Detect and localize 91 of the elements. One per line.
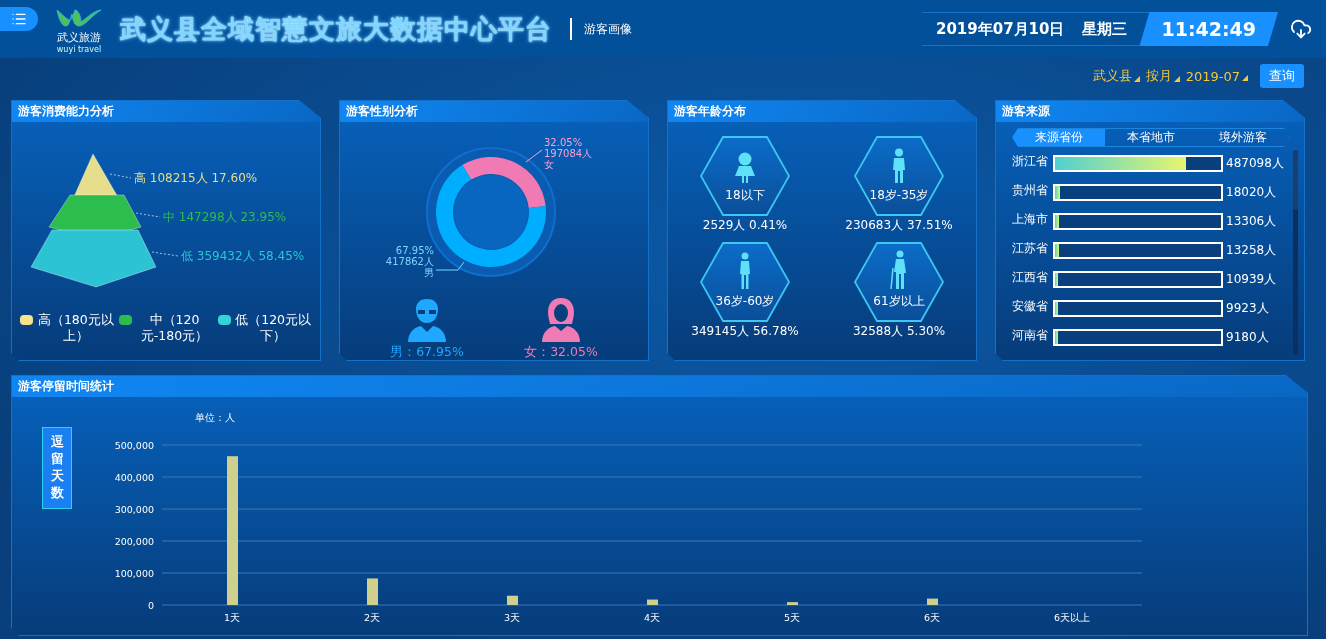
menu-button[interactable] bbox=[0, 7, 38, 31]
weekday-text: 星期三 bbox=[1082, 19, 1128, 39]
filter-dropdown[interactable]: 按月 bbox=[1145, 67, 1180, 85]
dropdown-triangle-icon bbox=[1133, 76, 1140, 82]
age-group-label: 61岁以上 bbox=[873, 293, 925, 310]
leader-line bbox=[525, 149, 543, 163]
bar bbox=[367, 578, 378, 605]
tier-label: 低 359432人 58.45% bbox=[181, 249, 305, 263]
tier-label: 高 108215人 17.60% bbox=[134, 171, 258, 185]
gender-share-label: 男：67.95% bbox=[390, 344, 464, 361]
province-name: 浙江省 bbox=[1012, 153, 1049, 170]
panel-title: 游客消费能力分析 bbox=[12, 101, 320, 122]
dropdown-triangle-icon bbox=[1173, 76, 1180, 82]
bar bbox=[647, 599, 658, 605]
visitor-count: 9180人 bbox=[1226, 329, 1269, 346]
tab[interactable]: 境外游客 bbox=[1197, 129, 1289, 146]
logo-subtitle: wuyi travel bbox=[56, 45, 102, 54]
scrollbar[interactable] bbox=[1293, 150, 1298, 355]
leader-line bbox=[135, 212, 161, 218]
platform-title: 武义县全域智慧文旅大数据中心平台 bbox=[120, 12, 552, 46]
axis-tick-label: 0 bbox=[147, 600, 154, 611]
province-name: 江西省 bbox=[1012, 269, 1049, 286]
age-group-label: 36岁-60岁 bbox=[715, 293, 775, 310]
visitor-count: 13306人 bbox=[1226, 213, 1277, 230]
slice-label: 女 bbox=[544, 159, 554, 170]
visitor-count: 13258人 bbox=[1226, 242, 1277, 259]
logo-text: 武义旅游 bbox=[57, 30, 101, 45]
age-group-stat: 32588人 5.30% bbox=[852, 323, 946, 340]
tier-label: 中 147298人 23.95% bbox=[163, 210, 287, 224]
clock: 11:42:49 bbox=[1139, 12, 1278, 46]
visitor-count: 18020人 bbox=[1226, 184, 1277, 201]
visitor-count: 487098人 bbox=[1226, 155, 1284, 172]
unit-label: 单位：人 bbox=[195, 411, 236, 425]
gender-share-label: 女：32.05% bbox=[524, 344, 598, 361]
panel-title: 游客停留时间统计 bbox=[12, 376, 1307, 397]
axis-category-label: 2天 bbox=[364, 612, 380, 623]
logo-mark-icon bbox=[54, 6, 104, 30]
leader-line bbox=[435, 261, 465, 271]
leader-line bbox=[151, 251, 179, 257]
province-name: 河南省 bbox=[1012, 327, 1049, 344]
axis-category-label: 1天 bbox=[224, 612, 240, 623]
tab[interactable]: 来源省份 bbox=[1013, 129, 1105, 146]
date-text: 2019年07月10日 bbox=[935, 19, 1065, 39]
axis-category-label: 3天 bbox=[504, 612, 520, 623]
axis-category-label: 6天以上 bbox=[1054, 612, 1090, 623]
axis-tick-label: 300,000 bbox=[114, 504, 154, 515]
cloud-download-icon[interactable] bbox=[1290, 18, 1312, 40]
bar bbox=[787, 602, 798, 605]
axis-tick-label: 200,000 bbox=[114, 536, 154, 547]
age-group-label: 18以下 bbox=[725, 187, 765, 204]
age-group-stat: 230683人 37.51% bbox=[845, 217, 953, 234]
visitor-count: 10939人 bbox=[1226, 271, 1277, 288]
panel-title: 游客性别分析 bbox=[340, 101, 648, 122]
visitor-count: 9923人 bbox=[1226, 300, 1269, 317]
page-subtitle: 游客画像 bbox=[584, 20, 632, 38]
slice-label: 男 bbox=[424, 267, 434, 278]
age-group-stat: 349145人 56.78% bbox=[691, 323, 799, 340]
province-name: 贵州省 bbox=[1012, 182, 1049, 199]
person-icon bbox=[892, 148, 906, 184]
side-label: 逗留天数 bbox=[42, 427, 72, 509]
axis-category-label: 6天 bbox=[924, 612, 940, 623]
panel-title: 游客年龄分布 bbox=[668, 101, 976, 122]
slice-label: 67.95% bbox=[395, 245, 434, 256]
panel-title: 游客来源 bbox=[996, 101, 1304, 122]
person-icon bbox=[739, 252, 751, 290]
axis-tick-label: 100,000 bbox=[114, 568, 154, 579]
child-icon bbox=[734, 152, 756, 184]
province-name: 江苏省 bbox=[1012, 240, 1049, 257]
bar bbox=[507, 595, 518, 605]
slice-label: 197084人 bbox=[544, 148, 593, 159]
slice-label: 417862人 bbox=[385, 256, 434, 267]
bar bbox=[927, 598, 938, 605]
axis-category-label: 4天 bbox=[644, 612, 660, 623]
leader-line bbox=[109, 173, 132, 179]
legend-label: 低（120元以下） bbox=[234, 312, 312, 344]
slice-label: 32.05% bbox=[544, 137, 583, 148]
province-name: 安徽省 bbox=[1012, 298, 1049, 315]
age-group-label: 18岁-35岁 bbox=[869, 187, 929, 204]
axis-category-label: 5天 bbox=[784, 612, 800, 623]
filter-dropdown[interactable]: 2019-07 bbox=[1185, 68, 1248, 84]
legend-label: 高（180元以上） bbox=[37, 312, 115, 344]
axis-tick-label: 500,000 bbox=[114, 440, 154, 451]
age-group-stat: 2529人 0.41% bbox=[702, 217, 788, 234]
legend-label: 中（120元-180元） bbox=[139, 312, 210, 344]
tab[interactable]: 本省地市 bbox=[1105, 129, 1197, 146]
dropdown-triangle-icon bbox=[1242, 74, 1248, 81]
province-name: 上海市 bbox=[1012, 211, 1049, 228]
menu-icon bbox=[11, 11, 27, 27]
query-button[interactable]: 查询 bbox=[1260, 64, 1304, 88]
filter-dropdown[interactable]: 武义县 bbox=[1092, 67, 1140, 85]
axis-tick-label: 400,000 bbox=[114, 472, 154, 483]
